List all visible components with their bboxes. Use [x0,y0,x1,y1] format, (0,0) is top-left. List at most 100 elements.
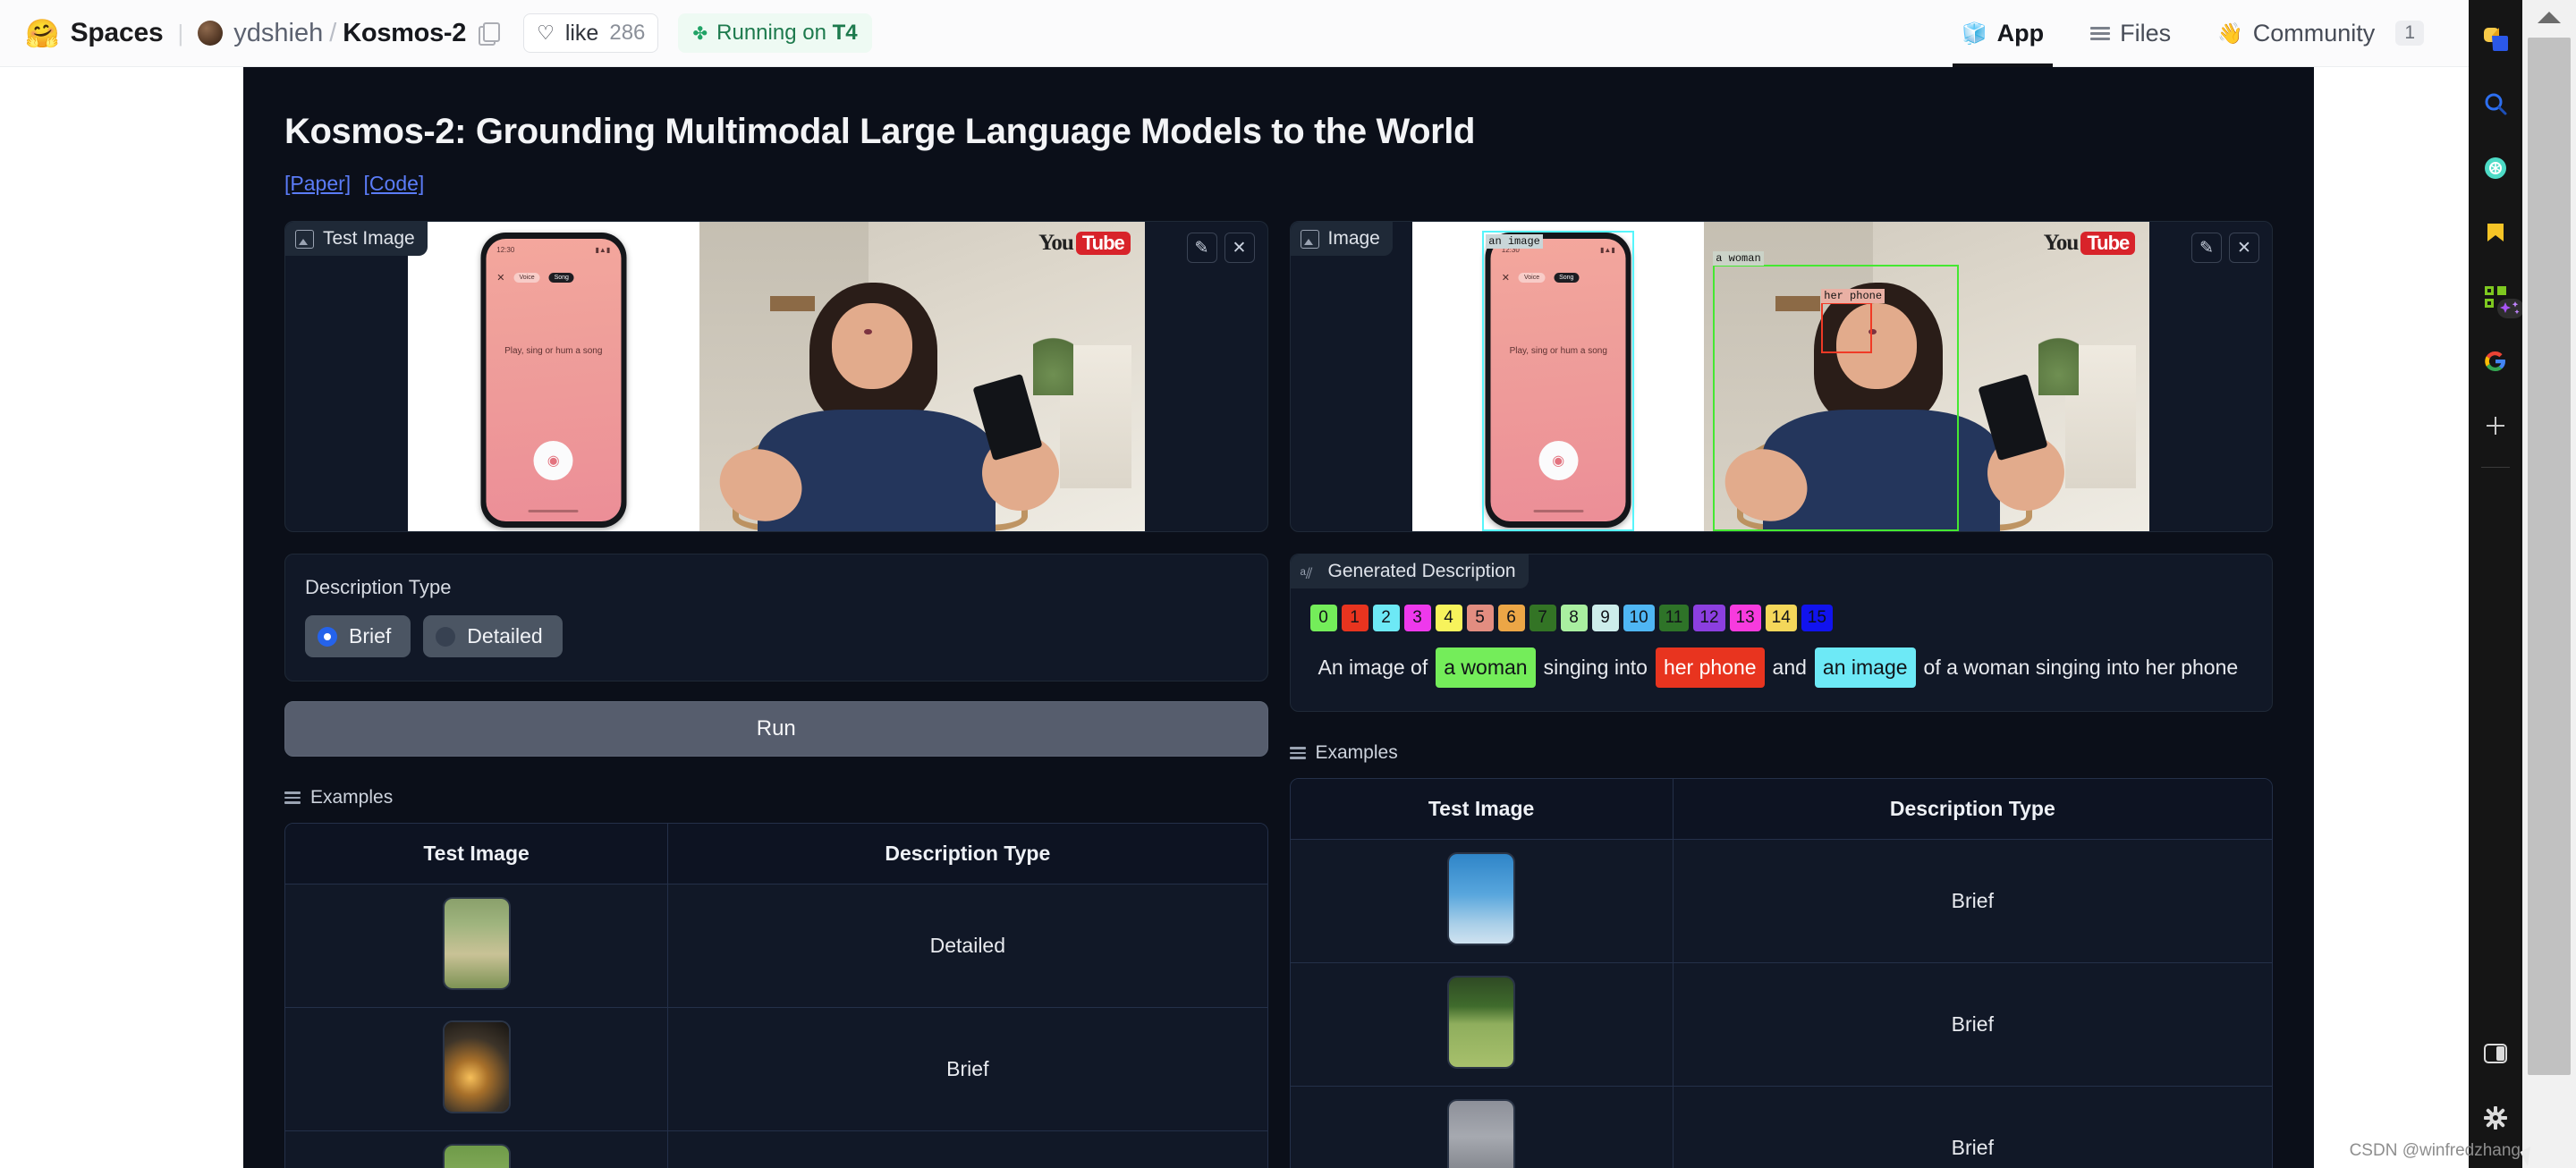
example-thumbnail-cell[interactable] [1291,1087,1673,1168]
token-chip[interactable]: 6 [1497,605,1525,631]
repo-name-link[interactable]: Kosmos-2 [343,19,466,48]
output-image-preview[interactable]: ✎ ✕ 12:30 ▮▲▮ ✕ Voice Song Play, sing or… [1291,222,2273,531]
desc-segment-plain: singing into [1543,656,1648,679]
copy-icon[interactable] [479,22,501,46]
token-chip[interactable]: 0 [1309,605,1337,631]
tab-app[interactable]: 🧊 App [1938,0,2067,67]
like-button[interactable]: ♡ like 286 [523,13,659,53]
table-header-row: Test Image Description Type [285,824,1267,884]
table-row[interactable]: Detailed [285,884,1267,1008]
code-link[interactable]: [Code] [364,172,425,195]
input-column: Test Image ✎ ✕ 12:30 ▮▲▮ ✕ Voice Song Pl… [284,221,1268,1168]
token-chip[interactable]: 9 [1591,605,1619,631]
split-view-icon[interactable] [2469,1021,2522,1086]
output-image-toolbar: ✎ ✕ [2191,233,2259,263]
copilot-icon[interactable] [2469,7,2522,72]
token-chip[interactable]: 1 [1341,605,1368,631]
bbox-an-image: an image [1482,231,1635,531]
token-chip[interactable]: 12 [1693,605,1725,631]
scrollbar-thumb[interactable] [2528,38,2571,1075]
token-chip[interactable]: 13 [1729,605,1761,631]
bbox-label-an-image: an image [1486,234,1543,249]
phone-statusbar: 12:30 ▮▲▮ [486,239,621,254]
token-chip[interactable]: 7 [1529,605,1556,631]
table-row[interactable]: Detailed [285,1131,1267,1168]
google-icon[interactable] [2469,329,2522,394]
left-examples-label: Examples [310,787,394,808]
tab-community[interactable]: 👋 Community 1 [2194,0,2447,67]
col-description-type[interactable]: Description Type [667,824,1267,884]
runtime-status-badge: ✤ Running on T4 [678,13,872,53]
tab-files[interactable]: Files [2067,0,2194,67]
token-chip[interactable]: 14 [1765,605,1797,631]
col-description-type[interactable]: Description Type [1672,778,2272,840]
scroll-up-arrow[interactable] [2522,0,2576,34]
generated-description-panel: ᵃ⫽ Generated Description 0 1 2 3 4 5 6 7 [1289,554,2273,712]
hub-header: 🤗 Spaces | ydshieh / Kosmos-2 ♡ like 286… [0,0,2469,67]
example-thumbnail-cell[interactable] [1290,963,1673,1087]
search-icon[interactable] [2469,72,2522,136]
token-chip[interactable]: 10 [1623,605,1655,631]
token-chip[interactable]: 3 [1403,605,1431,631]
radio-detailed[interactable]: Detailed [423,615,563,657]
youtube-logo-tube: Tube [2080,232,2136,255]
woman-face [831,302,912,390]
close-icon[interactable]: ✕ [2229,233,2259,263]
table-row[interactable]: Brief [285,1008,1267,1131]
header-divider: | [177,19,184,47]
table-row[interactable]: Brief [1291,1086,2273,1168]
huggingface-logo-icon[interactable]: 🤗 [25,20,60,47]
edit-icon[interactable]: ✎ [1186,233,1217,263]
extensions-icon[interactable] [2469,265,2524,329]
example-thumbnail-cell[interactable] [1290,840,1673,963]
page-title: Kosmos-2: Grounding Multimodal Large Lan… [284,112,1476,151]
token-chip[interactable]: 8 [1560,605,1588,631]
like-label: like [564,20,599,46]
table-row[interactable]: Brief [1290,839,2272,963]
desc-segment-a-woman: a woman [1436,647,1536,688]
files-icon [2090,26,2111,40]
token-chip[interactable]: 5 [1466,605,1494,631]
like-count: 286 [609,21,646,45]
table-row[interactable]: Brief [1290,962,2272,1087]
woman-photo-pane: You Tube [1704,222,2150,531]
token-chip[interactable]: 15 [1801,605,1833,631]
phone-screenshot-pane: 12:30 ▮▲▮ ✕ Voice Song Play, sing or hum… [407,222,699,531]
add-icon[interactable] [2469,394,2522,458]
token-chip[interactable]: 4 [1435,605,1462,631]
page-scrollbar[interactable] [2522,0,2576,1168]
repo-owner-link[interactable]: ydshieh [233,19,323,48]
example-type-cell[interactable]: Brief [1672,839,2272,963]
bookmarks-icon[interactable] [2469,200,2522,265]
example-type-cell[interactable]: Brief [1672,1086,2272,1168]
screen: 🤗 Spaces | ydshieh / Kosmos-2 ♡ like 286… [0,0,2576,1168]
example-thumbnail-cell[interactable] [285,1008,668,1131]
radio-brief[interactable]: Brief [305,615,411,657]
spaces-link[interactable]: Spaces [71,18,164,48]
woman-photo-pane: You Tube [699,222,1145,531]
thumbnail-man-flying-a-drone-in-field [1449,977,1514,1067]
edit-icon[interactable]: ✎ [2191,233,2222,263]
chatgpt-icon[interactable] [2469,136,2522,200]
example-type-cell[interactable]: Detailed [667,1131,1267,1168]
example-thumbnail-cell[interactable] [285,884,668,1008]
example-type-cell[interactable]: Detailed [667,884,1267,1008]
example-thumbnail-cell[interactable] [285,1131,667,1168]
token-chip[interactable]: 11 [1658,605,1690,631]
right-examples-label: Examples [1315,741,1398,763]
example-type-cell[interactable]: Brief [1672,962,2272,1087]
phone-status-icons: ▮▲▮ [595,246,611,254]
watermark: CSDN @winfredzhang [2349,1141,2521,1160]
close-icon[interactable]: ✕ [1224,233,1255,263]
desc-segment-plain: An image of [1318,656,1428,679]
run-button[interactable]: Run [284,701,1268,757]
col-test-image[interactable]: Test Image [1290,778,1673,840]
col-test-image[interactable]: Test Image [285,824,668,884]
heart-icon: ♡ [537,21,555,44]
token-chip[interactable]: 2 [1372,605,1400,631]
test-image-preview[interactable]: ✎ ✕ 12:30 ▮▲▮ ✕ Voice Song Play, sing or… [285,222,1267,531]
list-icon [1289,747,1306,759]
phone-song-chip: Song [548,273,574,283]
example-type-cell[interactable]: Brief [667,1008,1267,1131]
paper-link[interactable]: [Paper] [284,172,351,195]
